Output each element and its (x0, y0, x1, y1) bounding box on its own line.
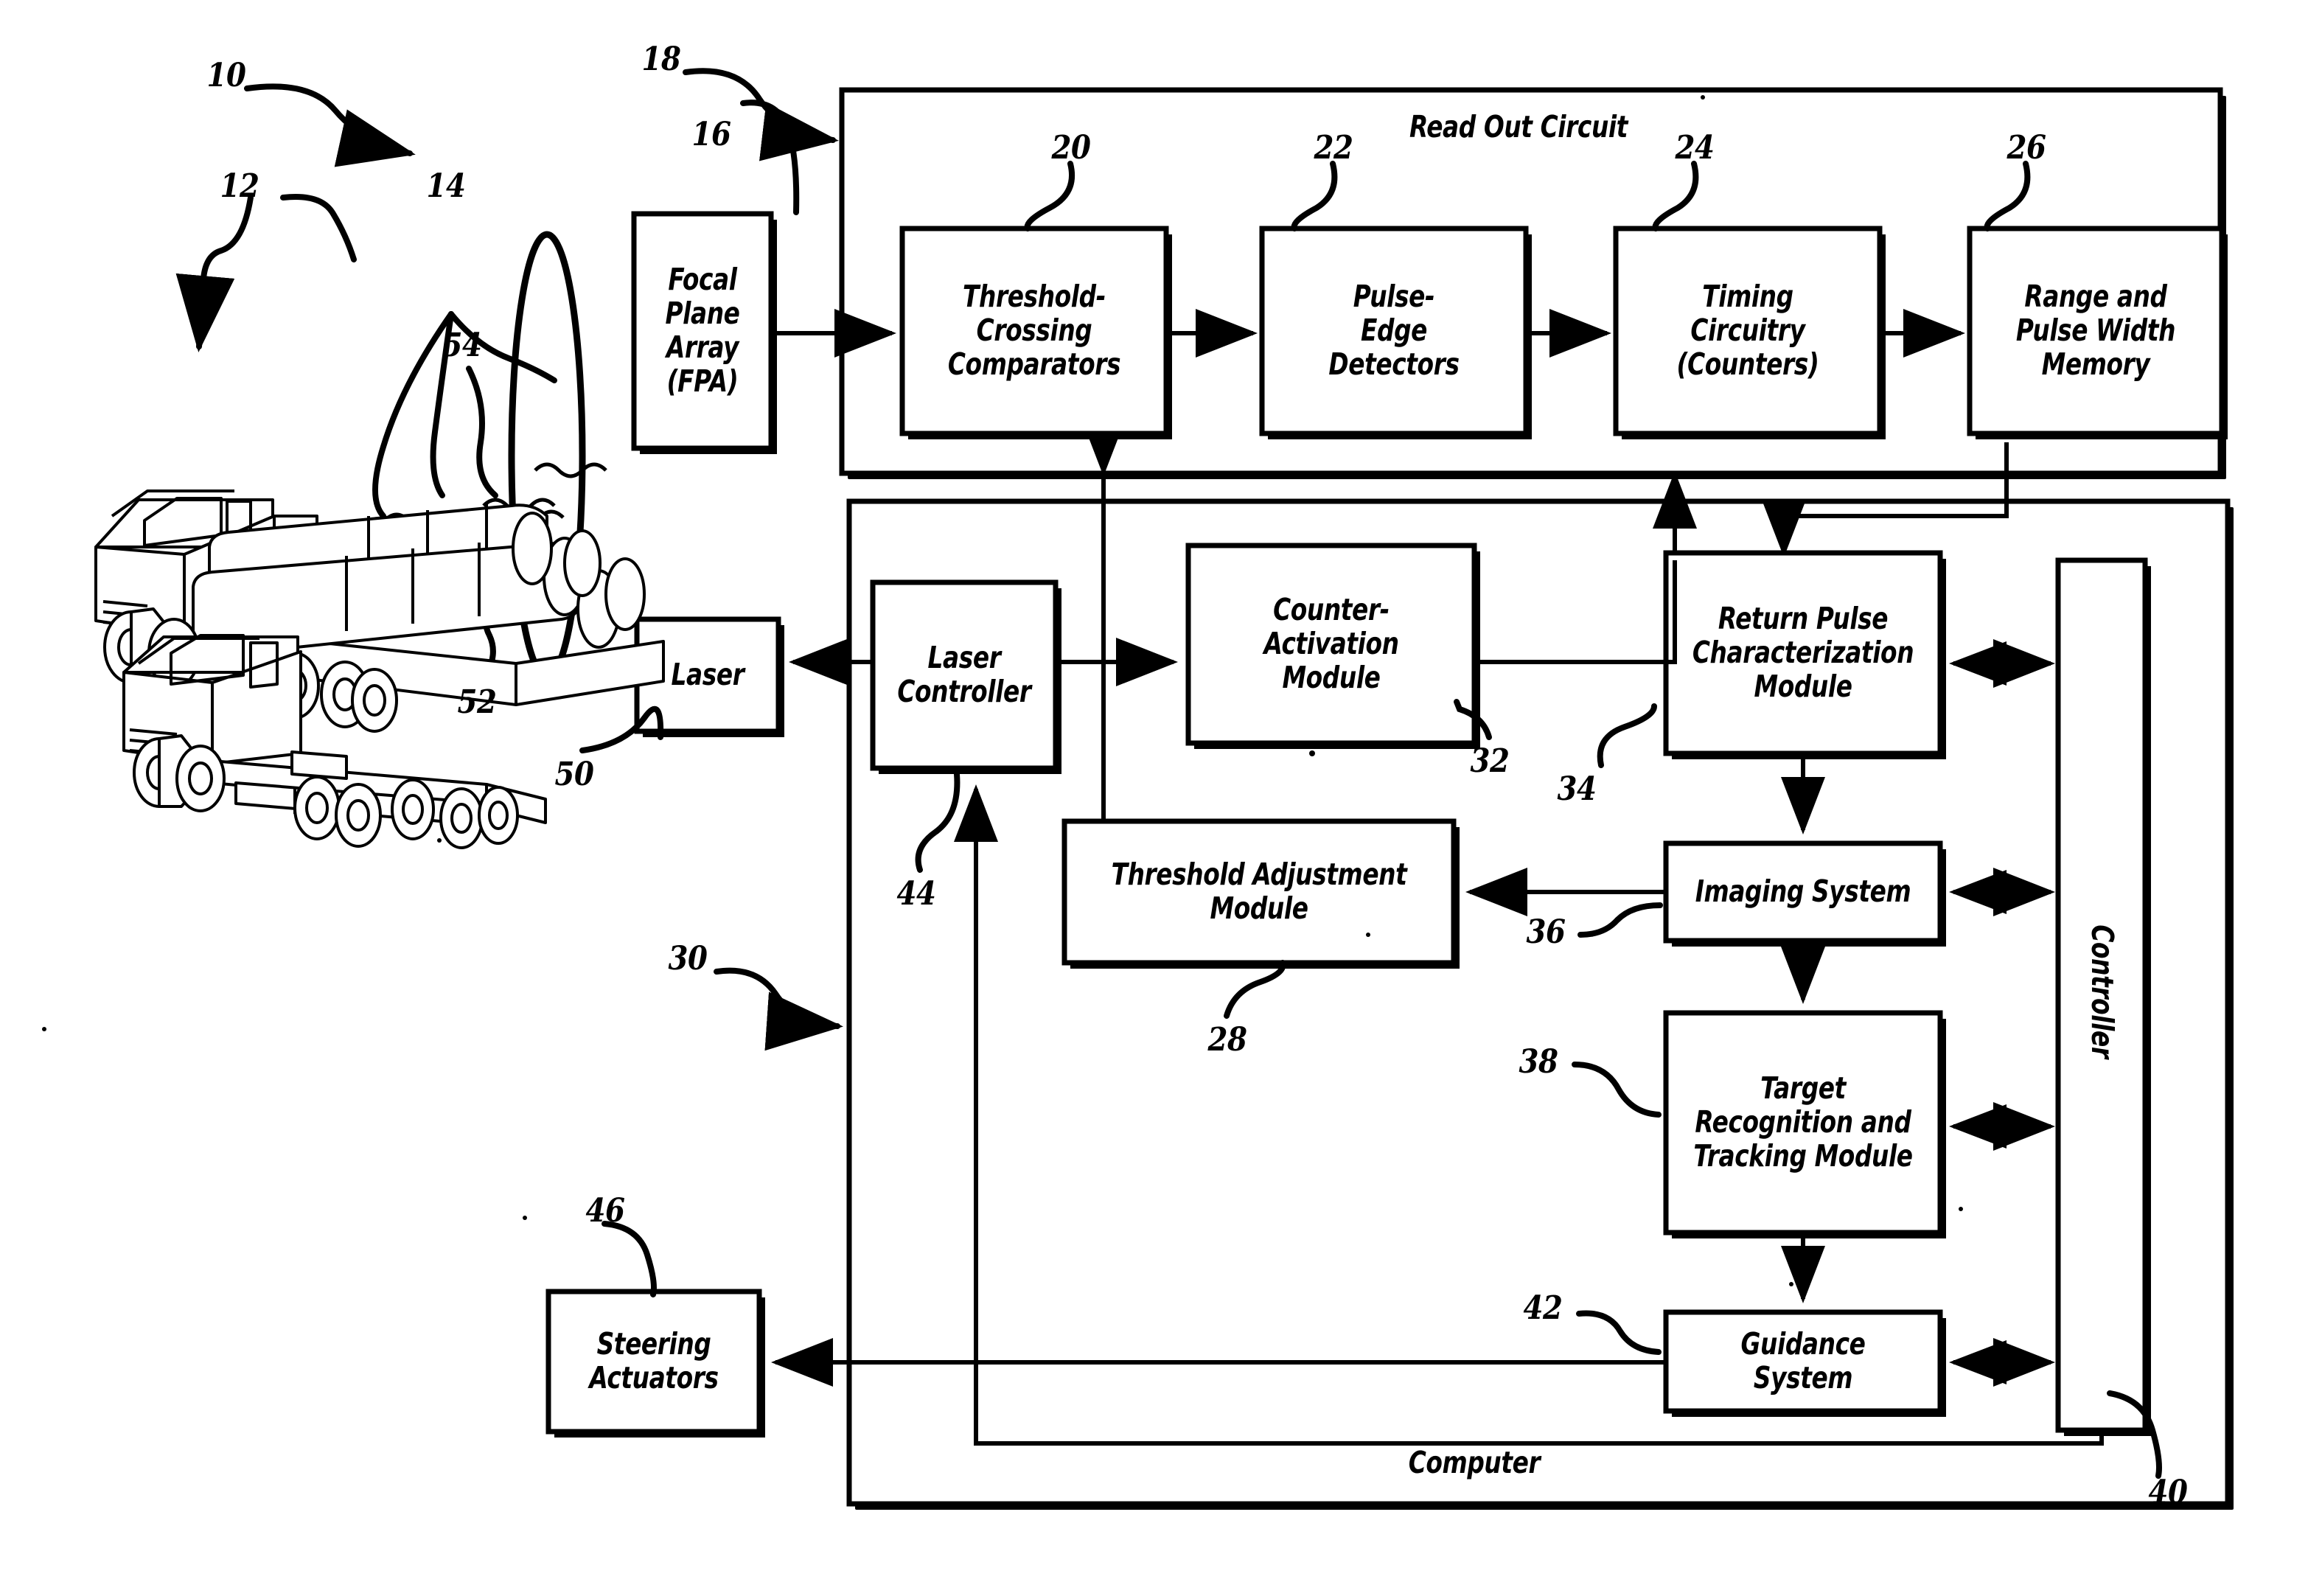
block-threshold-crossing-comparators (899, 226, 1172, 439)
block-laser-controller (870, 579, 1061, 774)
figure-canvas (42, 68, 2234, 1510)
lead-46 (602, 1221, 657, 1297)
block-return-pulse-characterization-module (1663, 550, 1946, 759)
block-steering-actuators (545, 1289, 765, 1438)
block-threshold-adjustment-module (1061, 818, 1460, 969)
block-imaging-system (1663, 840, 1946, 947)
lead-16 (740, 100, 800, 215)
block-fpa (631, 211, 777, 454)
block-range-pulse-width-memory (1967, 226, 2228, 439)
block-guidance-system (1663, 1309, 1946, 1417)
lead-30 (714, 967, 843, 1051)
lead-14 (280, 194, 357, 262)
block-pulse-edge-detectors (1259, 226, 1532, 439)
patent-figure: Read Out Circuit Computer Focal Plane Ar… (0, 0, 2308, 1596)
lead-54 (466, 366, 498, 498)
lead-10 (244, 83, 416, 167)
lead-12 (175, 195, 254, 352)
block-counter-activation-module (1185, 543, 1480, 749)
block-target-recognition-tracking-module (1663, 1010, 1946, 1238)
block-timing-circuitry (1613, 226, 1886, 439)
block-controller (2055, 557, 2151, 1436)
